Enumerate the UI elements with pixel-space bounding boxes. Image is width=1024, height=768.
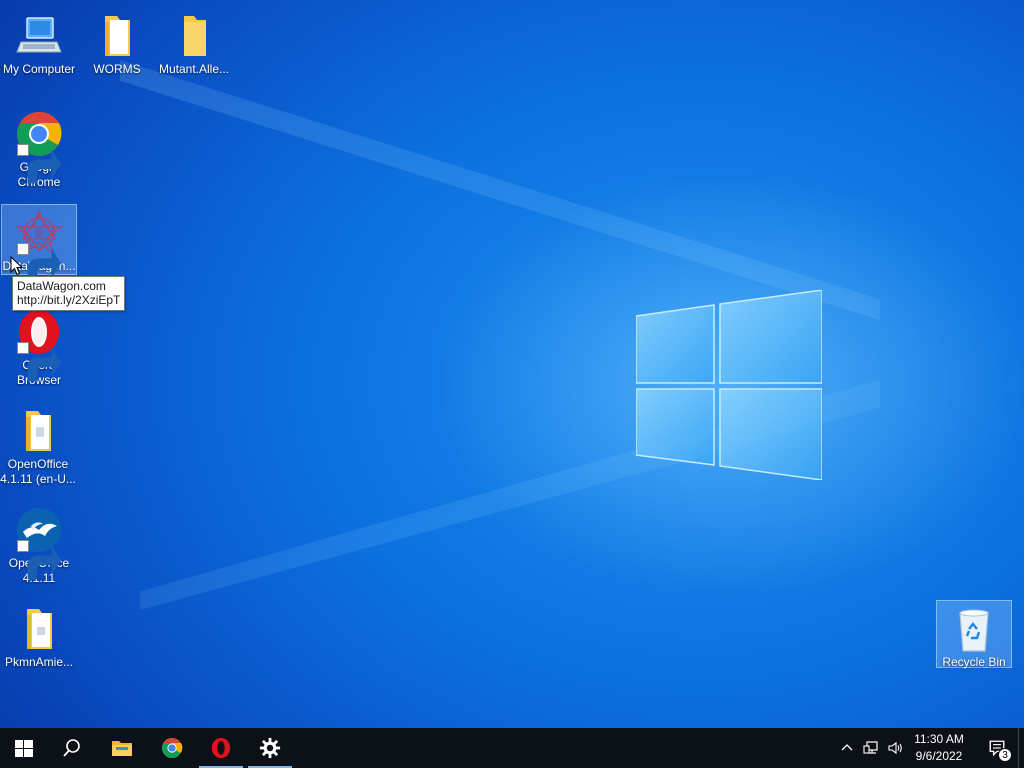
taskbar: 11:30 AM 9/6/2022 3	[0, 728, 1024, 768]
taskbar-chrome[interactable]	[148, 728, 196, 768]
desktop-icon-label: My Computer	[2, 62, 76, 76]
chevron-up-icon	[841, 744, 853, 751]
action-center-button[interactable]: 3	[980, 728, 1014, 768]
speaker-icon	[888, 741, 902, 755]
notification-count-badge: 3	[998, 748, 1012, 762]
gear-icon	[259, 737, 281, 759]
folder-icon	[15, 605, 63, 653]
openoffice-icon	[15, 506, 63, 580]
network-tray-button[interactable]	[860, 728, 882, 768]
clock[interactable]: 11:30 AM 9/6/2022	[906, 731, 972, 765]
computer-icon	[15, 12, 63, 60]
mouse-cursor-icon	[10, 255, 24, 276]
desktop-icon-openoffice-folder[interactable]: OpenOffice 4.1.11 (en-U...	[0, 403, 76, 487]
shortcut-arrow-icon	[17, 540, 62, 580]
desktop-icon-openoffice[interactable]: OpenOffice 4.1.11	[1, 502, 77, 586]
desktop-icon-label: Mutant.Alle...	[158, 62, 230, 76]
desktop-icon-label: Recycle Bin	[942, 655, 1006, 669]
recycle-bin-icon	[950, 605, 998, 653]
desktop-icon-mutant-alle[interactable]: Mutant.Alle...	[156, 8, 232, 77]
desktop-icon-my-computer[interactable]: My Computer	[1, 8, 77, 77]
folder-icon	[14, 407, 62, 455]
desktop-icon-worms[interactable]: WORMS	[79, 8, 155, 77]
desktop-icon-label: PkmnAmie...	[4, 655, 73, 669]
chrome-icon	[161, 737, 183, 759]
desktop-icon-label: WORMS	[93, 62, 141, 76]
folder-icon	[112, 741, 132, 756]
desktop-icon-google-chrome[interactable]: Google Chrome	[1, 106, 77, 190]
show-desktop-button[interactable]	[1018, 728, 1024, 768]
desktop-icon-pkmnamie[interactable]: PkmnAmie...	[1, 601, 77, 670]
light-beam	[120, 60, 880, 320]
windows-logo-wallpaper	[635, 289, 823, 481]
clock-time: 11:30 AM	[914, 732, 964, 746]
chrome-icon	[15, 110, 63, 184]
show-hidden-icons-button[interactable]	[838, 728, 856, 768]
desktop-icon-opera-browser[interactable]: Opera Browser	[1, 304, 77, 388]
folder-icon	[93, 12, 141, 60]
opera-icon	[211, 737, 231, 759]
clock-date: 9/6/2022	[915, 749, 963, 763]
opera-icon	[15, 308, 63, 382]
network-icon	[863, 741, 878, 754]
taskbar-settings[interactable]	[246, 728, 294, 768]
desktop-icon-label: OpenOffice 4.1.11 (en-U...	[0, 457, 76, 486]
tooltip-title: DataWagon.com	[17, 279, 106, 293]
volume-tray-button[interactable]	[884, 728, 906, 768]
start-button[interactable]	[0, 728, 48, 768]
shortcut-arrow-icon	[17, 243, 62, 283]
windows-start-icon	[15, 740, 33, 757]
tooltip-url: http://bit.ly/2XziEpT	[17, 293, 121, 307]
tooltip: DataWagon.com http://bit.ly/2XziEpT	[12, 276, 126, 311]
search-icon	[63, 739, 80, 757]
shortcut-arrow-icon	[17, 342, 62, 382]
taskbar-opera[interactable]	[197, 728, 245, 768]
taskbar-file-explorer[interactable]	[98, 728, 146, 768]
shortcut-arrow-icon	[17, 144, 62, 184]
folder-icon	[170, 12, 218, 60]
datawagon-icon	[15, 209, 63, 283]
desktop-icon-recycle-bin[interactable]: Recycle Bin	[936, 600, 1012, 669]
search-button[interactable]	[48, 728, 96, 768]
